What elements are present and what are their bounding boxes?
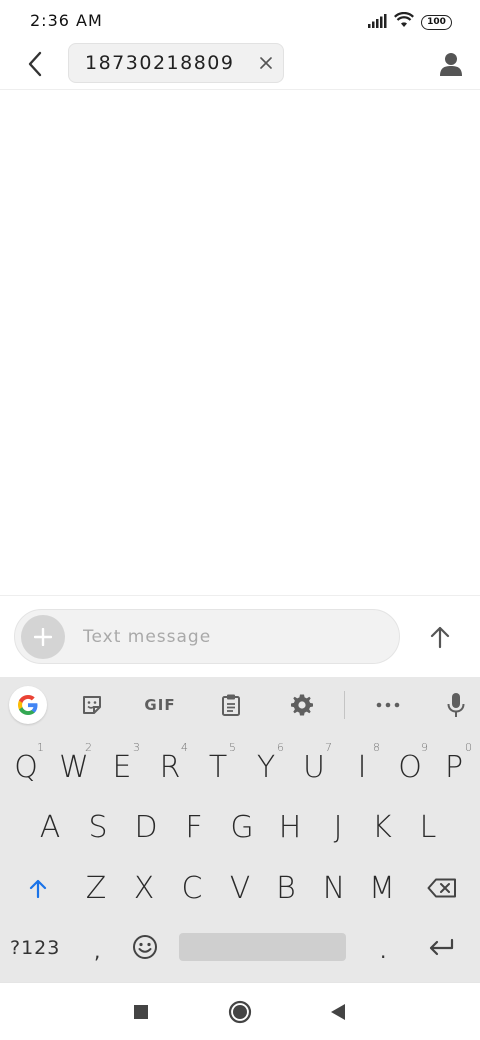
mic-icon xyxy=(447,693,465,717)
key-g[interactable]: G xyxy=(218,799,266,855)
gif-button[interactable]: GIF xyxy=(140,685,180,725)
key-b[interactable]: B xyxy=(262,860,310,916)
key-z[interactable]: Z xyxy=(72,860,120,916)
enter-key[interactable] xyxy=(422,931,460,963)
keyboard-settings-button[interactable] xyxy=(282,685,322,725)
google-icon xyxy=(18,695,38,715)
backspace-icon xyxy=(427,878,456,898)
recent-apps-button[interactable] xyxy=(126,997,156,1027)
backspace-key[interactable] xyxy=(416,860,468,916)
battery-icon: 100 xyxy=(421,14,452,30)
back-icon xyxy=(331,1004,345,1020)
clipboard-icon xyxy=(222,694,240,716)
key-n[interactable]: N xyxy=(310,860,358,916)
settings-icon xyxy=(291,694,313,716)
send-arrow-icon xyxy=(430,626,450,649)
recent-apps-icon xyxy=(134,1005,148,1019)
space-key[interactable] xyxy=(179,933,346,961)
key-o[interactable]: O9 xyxy=(386,739,434,795)
key-e[interactable]: E3 xyxy=(98,739,146,795)
key-u[interactable]: U7 xyxy=(290,739,338,795)
keyboard: GIF Q 1 W 2 E 3 R 4 T 5 Y 6 U 7 I 8 O 9 … xyxy=(0,677,480,982)
key-t[interactable]: T5 xyxy=(194,739,242,795)
key-hint: 1 xyxy=(37,741,44,754)
key-p[interactable]: P0 xyxy=(430,739,478,795)
clipboard-button[interactable] xyxy=(211,685,251,725)
comma-key[interactable]: , xyxy=(94,939,100,963)
key-c[interactable]: C xyxy=(168,860,216,916)
key-k[interactable]: K xyxy=(358,799,406,855)
nav-back-button[interactable] xyxy=(323,997,353,1027)
key-a[interactable]: A xyxy=(26,799,74,855)
emoji-key[interactable] xyxy=(126,929,164,965)
key-v[interactable]: V xyxy=(216,860,264,916)
compose-bar xyxy=(14,609,400,664)
key-h[interactable]: H xyxy=(266,799,314,855)
more-options-button[interactable] xyxy=(368,685,408,725)
message-thread xyxy=(0,91,480,595)
key-hint: 5 xyxy=(229,741,236,754)
back-arrow-icon xyxy=(28,51,42,77)
shift-arrow-icon xyxy=(29,879,47,898)
shift-key[interactable] xyxy=(14,860,62,916)
conversation-header: 18730218809 xyxy=(0,40,480,90)
period-key[interactable]: . xyxy=(380,939,386,963)
toolbar-divider xyxy=(344,691,345,719)
voice-input-button[interactable] xyxy=(436,685,476,725)
key-hint: 2 xyxy=(85,741,92,754)
more-icon xyxy=(376,702,400,708)
recipient-number: 18730218809 xyxy=(85,52,235,74)
gif-label: GIF xyxy=(144,696,176,714)
key-q[interactable]: Q1 xyxy=(2,739,50,795)
person-icon xyxy=(440,53,462,76)
enter-icon xyxy=(429,938,454,956)
key-f[interactable]: F xyxy=(170,799,218,855)
keyboard-toolbar: GIF xyxy=(0,677,480,732)
key-y[interactable]: Y6 xyxy=(242,739,290,795)
back-button[interactable] xyxy=(20,49,50,79)
navigation-bar xyxy=(0,982,480,1040)
home-button[interactable] xyxy=(225,997,255,1027)
key-hint: 4 xyxy=(181,741,188,754)
key-x[interactable]: X xyxy=(120,860,168,916)
key-i[interactable]: I8 xyxy=(338,739,386,795)
recipient-chip[interactable]: 18730218809 xyxy=(68,43,284,83)
contact-button[interactable] xyxy=(436,49,466,79)
sticker-button[interactable] xyxy=(72,685,112,725)
close-icon xyxy=(260,57,272,69)
key-hint: 3 xyxy=(133,741,140,754)
key-j[interactable]: J xyxy=(314,799,362,855)
plus-icon xyxy=(34,627,52,646)
key-s[interactable]: S xyxy=(74,799,122,855)
home-icon xyxy=(228,1000,252,1024)
status-bar: 2:36 AM 100 xyxy=(0,0,480,44)
message-input[interactable] xyxy=(83,626,383,647)
key-hint: 7 xyxy=(325,741,332,754)
key-hint: 0 xyxy=(465,741,472,754)
sticker-icon xyxy=(83,696,101,714)
key-hint: 9 xyxy=(421,741,428,754)
compose-divider xyxy=(0,595,480,596)
key-hint: 8 xyxy=(373,741,380,754)
signal-icon xyxy=(367,13,387,32)
symbols-key[interactable]: ?123 xyxy=(10,937,60,959)
google-search-button[interactable] xyxy=(9,686,47,724)
status-time: 2:36 AM xyxy=(30,11,103,30)
key-l[interactable]: L xyxy=(404,799,452,855)
send-button[interactable] xyxy=(420,617,460,657)
emoji-icon xyxy=(133,935,157,959)
key-hint: 6 xyxy=(277,741,284,754)
key-d[interactable]: D xyxy=(122,799,170,855)
status-icons: 100 xyxy=(367,11,452,32)
add-attachment-button[interactable] xyxy=(21,614,65,659)
key-w[interactable]: W2 xyxy=(50,739,98,795)
key-m[interactable]: M xyxy=(358,860,406,916)
key-r[interactable]: R4 xyxy=(146,739,194,795)
wifi-icon xyxy=(394,11,414,32)
remove-recipient-button[interactable] xyxy=(249,46,283,80)
